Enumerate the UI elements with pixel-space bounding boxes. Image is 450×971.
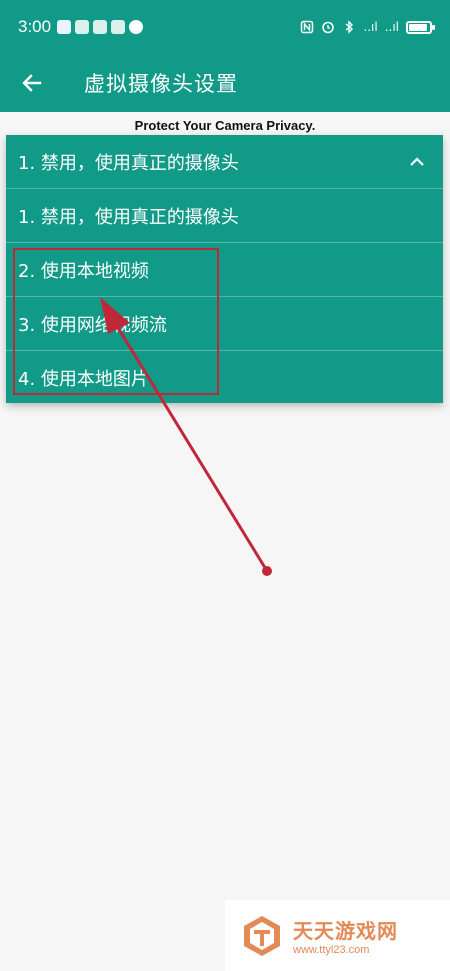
dropdown-option-disable[interactable]: 1. 禁用，使用真正的摄像头 [6,188,443,242]
qq-notification-icon [93,20,108,34]
status-bar: 3:00 ..ıl ..ıl [0,0,450,54]
annotation-highlight-box [13,248,219,395]
page-title: 虚拟摄像头设置 [84,72,238,96]
arrow-left-icon [22,74,42,92]
bluetooth-icon [342,20,356,34]
message-notification-icon [111,20,126,34]
back-button[interactable] [0,54,64,112]
nfc-icon [300,20,314,34]
signal-strength-2: ..ıl [384,20,399,34]
site-logo-icon [244,915,280,956]
status-indicators: ..ıl ..ıl [300,20,435,34]
app-bar: 虚拟摄像头设置 [0,54,450,112]
app-notification-icon [57,20,72,34]
watermark-url: www.ttyl23.com [293,944,370,956]
watermark-name: 天天游戏网 [293,919,398,943]
status-time: 3:00 [18,17,52,36]
signal-strength-1: ..ıl [363,20,378,34]
battery-icon [406,20,435,34]
alarm-icon [321,20,335,34]
dropdown-selected-label: 1. 禁用，使用真正的摄像头 [18,152,239,174]
message-notification-icon [75,20,90,34]
privacy-banner: Protect Your Camera Privacy. [134,118,316,133]
download-notification-icon [129,20,144,34]
watermark: 天天游戏网 www.ttyl23.com [225,900,450,971]
notification-icons [57,20,144,34]
dropdown-selected[interactable]: 1. 禁用，使用真正的摄像头 [6,135,443,188]
chevron-up-icon [410,156,424,166]
